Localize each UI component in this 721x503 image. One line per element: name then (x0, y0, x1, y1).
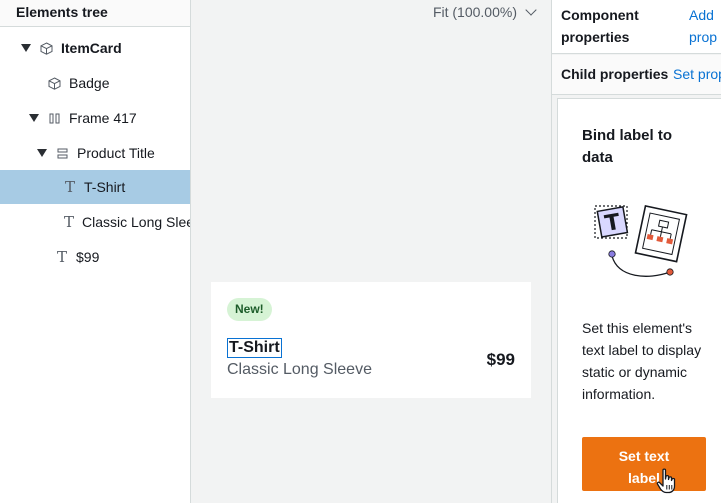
caret-down-icon[interactable] (21, 44, 31, 52)
tree-item-label: Classic Long Sleeve (82, 214, 190, 230)
item-card-preview[interactable]: New! T-Shirt Classic Long Sleeve $99 (211, 282, 531, 398)
tree-item-badge[interactable]: Badge (0, 66, 190, 100)
child-properties-label: Child properties (561, 66, 669, 82)
caret-down-icon[interactable] (29, 114, 39, 122)
tree-item-frame-417[interactable]: Frame 417 (0, 101, 190, 135)
text-icon: T (56, 248, 67, 266)
component-cube-icon (47, 76, 61, 90)
tree-item-product-title[interactable]: Product Title (0, 136, 190, 170)
frame-columns-icon (47, 111, 61, 125)
tree-item-label: Product Title (77, 145, 155, 161)
add-prop-link-text[interactable]: Add prop (689, 4, 721, 48)
tree-item-classic-long-sleeve[interactable]: T Classic Long Sleeve (0, 205, 190, 239)
tree-item-label: Badge (69, 75, 110, 91)
text-icon: T (64, 178, 75, 196)
help-title: Bind label to data (582, 127, 672, 166)
tree-item-price[interactable]: T $99 (0, 240, 190, 274)
set-prop-link[interactable]: Set prop (673, 66, 721, 82)
hand-pointer-cursor-icon (656, 468, 676, 494)
properties-panel: Component properties Add prop Child prop… (551, 0, 721, 503)
bind-data-illustration-icon: T (594, 205, 688, 277)
component-properties-row: Component properties Add prop (552, 0, 721, 54)
tree-item-label: $99 (76, 249, 100, 265)
card-title-selected[interactable]: T-Shirt (226, 337, 283, 359)
tree-item-label: T-Shirt (84, 179, 126, 195)
card-price[interactable]: $99 (487, 350, 515, 370)
bind-label-help-card: Bind label to data T Set this element's … (557, 98, 721, 503)
design-canvas[interactable]: Fit (100.00%) New! T-Shirt Classic Long … (191, 0, 551, 503)
text-icon: T (64, 213, 75, 231)
elements-tree-panel: Elements tree ItemCard Badge Frame 417 P… (0, 0, 191, 503)
card-subtitle[interactable]: Classic Long Sleeve (227, 361, 372, 379)
tree-item-label: Frame 417 (69, 110, 137, 126)
elements-tree-header: Elements tree (0, 0, 190, 27)
component-cube-icon (39, 41, 53, 55)
set-text-label-button[interactable]: Set text label (582, 437, 706, 491)
new-badge[interactable]: New! (227, 298, 272, 321)
caret-down-icon[interactable] (37, 149, 47, 157)
zoom-label: Fit (100.00%) (432, 4, 517, 20)
add-prop-link[interactable]: Add prop (689, 4, 721, 48)
tree-item-t-shirt[interactable]: T T-Shirt (0, 170, 190, 204)
component-properties-label: Component properties (561, 7, 639, 45)
zoom-dropdown[interactable]: Fit (100.00%) (432, 4, 537, 20)
child-properties-row: Child properties Set prop (552, 55, 721, 95)
frame-rows-icon (55, 146, 69, 160)
help-body: Set this element's text label to display… (582, 320, 702, 402)
chevron-down-icon (525, 4, 537, 16)
tree-item-label: ItemCard (61, 40, 122, 56)
tree-item-itemcard[interactable]: ItemCard (0, 31, 190, 65)
